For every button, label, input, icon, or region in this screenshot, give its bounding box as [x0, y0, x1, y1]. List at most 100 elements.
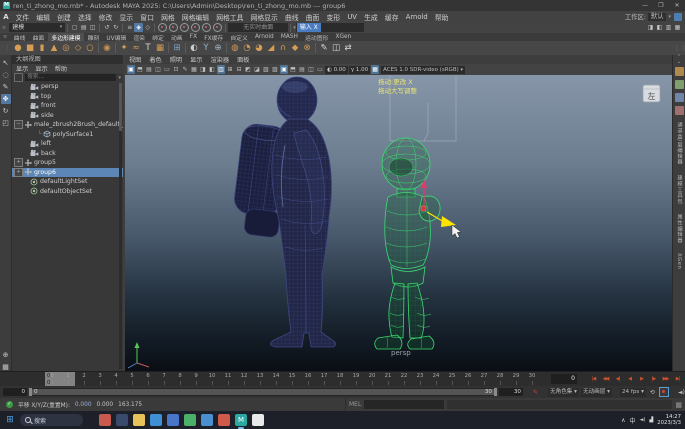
poly-torus-icon[interactable]: ◎	[60, 42, 72, 54]
expander-icon[interactable]: +	[14, 158, 23, 167]
taskbar-app-photos[interactable]	[99, 414, 111, 426]
outliner-scrollbar[interactable]	[119, 83, 122, 369]
taskbar-app-browser[interactable]	[167, 414, 179, 426]
type-tool-icon[interactable]: T	[142, 42, 154, 54]
xray-icon[interactable]: ▭	[316, 65, 324, 74]
collapse-handle-icon[interactable]: ≡	[2, 25, 6, 31]
camera-attributes-icon[interactable]: ▤	[145, 65, 153, 74]
outliner-item-defaultObjectSet[interactable]: defaultObjectSet	[12, 187, 123, 197]
shelf-scroll-icon[interactable]: ⋮⋮	[674, 45, 685, 52]
safe-title-icon[interactable]: ◩	[244, 65, 252, 74]
separate-icon[interactable]: ◔	[241, 42, 253, 54]
grease-pencil-icon[interactable]: ✎	[181, 65, 189, 74]
sidebar-tab-属性编辑器[interactable]: 属性编辑器	[675, 214, 683, 243]
menu-帮助[interactable]: 帮助	[431, 12, 452, 22]
fps-dropdown[interactable]: 24 fps ▾	[620, 388, 646, 397]
svg-tool-icon[interactable]: ▦	[154, 42, 166, 54]
menu-变形[interactable]: 变形	[323, 12, 344, 22]
ao-toggle-icon[interactable]: ▣	[280, 65, 288, 74]
workspace-icon[interactable]	[674, 13, 682, 21]
toggle-channel-box-icon[interactable]: ▥	[664, 23, 673, 32]
menu-文件[interactable]: 文件	[12, 12, 33, 22]
menu-网格[interactable]: 网格	[157, 12, 178, 22]
step-forward-frame-button[interactable]: ▶▶	[660, 374, 671, 385]
script-editor-icon[interactable]: ▦	[675, 401, 682, 409]
menu-曲面[interactable]: 曲面	[302, 12, 323, 22]
ime-indicator[interactable]: 中	[630, 416, 636, 425]
time-slider[interactable]: 0123456789101112131415161718192021222324…	[0, 371, 685, 386]
scale-tool[interactable]: ◰	[1, 118, 11, 128]
combine-icon[interactable]: ◍	[229, 42, 241, 54]
menu-选择[interactable]: 选择	[74, 12, 95, 22]
film-gate-icon[interactable]: ◨	[199, 65, 207, 74]
taskbar-app-maya[interactable]: M	[235, 414, 247, 426]
step-back-key-button[interactable]: ◀|	[612, 374, 623, 385]
viewport-menu-显示[interactable]: 显示	[186, 55, 206, 64]
make-live-icon[interactable]	[213, 23, 222, 32]
poly-disc-icon[interactable]: ○	[84, 42, 96, 54]
range-bar[interactable]: 0 30	[29, 388, 497, 396]
multi-cut-icon[interactable]: ⇄	[342, 42, 354, 54]
joint-icon[interactable]: Y	[200, 42, 212, 54]
2d-pan-zoom-icon[interactable]: ⊡	[172, 65, 180, 74]
sidebar-thumb-0[interactable]	[675, 67, 684, 76]
select-tool[interactable]: ↖	[1, 58, 11, 68]
playhead[interactable]: 0 0	[45, 372, 75, 387]
redo-icon[interactable]: ↻	[111, 23, 120, 32]
menu-曲线[interactable]: 曲线	[281, 12, 302, 22]
menu-Arnold[interactable]: Arnold	[402, 13, 431, 21]
menu-显示[interactable]: 显示	[116, 12, 137, 22]
viewport-menu-视图[interactable]: 视图	[125, 55, 145, 64]
shadows-toggle-icon[interactable]: ▨	[271, 65, 279, 74]
motion-blur-icon[interactable]: ▤	[298, 65, 306, 74]
quad-draw-icon[interactable]: ✎	[318, 42, 330, 54]
poly-sphere-icon[interactable]: ●	[12, 42, 24, 54]
mute-icon[interactable]: ◄)	[677, 388, 685, 397]
menu-窗口[interactable]: 窗口	[137, 12, 158, 22]
viewport-canvas[interactable]: 左 persp 拖动:更改 X拖动大写调整	[125, 75, 672, 371]
extrude-icon[interactable]: ◢	[265, 42, 277, 54]
shelf-tab-MASH[interactable]: MASH	[277, 34, 301, 40]
viewport-menu-面板[interactable]: 面板	[233, 55, 253, 64]
expander-icon[interactable]: −	[14, 120, 23, 129]
lock-camera-icon[interactable]: ⬒	[136, 65, 144, 74]
poly-plane-icon[interactable]: ◇	[72, 42, 84, 54]
menu-set-dropdown[interactable]: 建模▾	[9, 23, 65, 32]
sidebar-tab-通道盒/层编辑器[interactable]: 通道盒/层编辑器	[675, 122, 683, 165]
menu-UV[interactable]: UV	[344, 13, 361, 21]
toggle-tool-settings-icon[interactable]: ◧	[655, 23, 664, 32]
outliner-item-side[interactable]: side	[12, 111, 123, 121]
outliner-item-group6[interactable]: +group6	[12, 168, 123, 178]
select-camera-icon[interactable]: ▣	[127, 65, 135, 74]
colorspace-dropdown[interactable]: ACES 1.0 SDR-video (sRGB) ▾	[381, 66, 465, 74]
taskbar-app-docs[interactable]	[201, 414, 213, 426]
set-key-icon[interactable]: ✎	[531, 388, 540, 397]
new-scene-icon[interactable]: ▢	[70, 23, 79, 32]
shelf-tab-XGen[interactable]: XGen	[332, 34, 355, 40]
gamma-field[interactable]: γ 1.00	[349, 66, 370, 74]
close-button[interactable]: ✕	[669, 0, 685, 11]
search-input[interactable]: 搜索...	[25, 74, 116, 81]
outliner-item-polySurface1[interactable]: └polySurface1	[12, 130, 123, 140]
outliner-item-group5[interactable]: +group5	[12, 158, 123, 168]
maya-logo-icon[interactable]: A	[0, 13, 12, 21]
numeric-input-field[interactable]: 输入 X	[296, 23, 364, 32]
snap-curve-icon[interactable]	[169, 23, 178, 32]
resolution-gate-icon[interactable]: ◧	[208, 65, 216, 74]
shelf-tab-Arnold[interactable]: Arnold	[251, 34, 277, 40]
toggle-attribute-editor-icon[interactable]: ◨	[646, 23, 655, 32]
toggle-modeling-toolkit-icon[interactable]: ▦	[673, 23, 682, 32]
lighting-icon[interactable]: ◐	[188, 42, 200, 54]
mel-input[interactable]	[364, 400, 444, 409]
step-back-frame-button[interactable]: ◀◀	[600, 374, 611, 385]
outliner-menu-显示[interactable]: 显示	[35, 64, 47, 73]
field-chart-icon[interactable]: ⊞	[226, 65, 234, 74]
taskbar-app-notepad[interactable]	[252, 414, 264, 426]
merge-icon[interactable]: ⊗	[301, 42, 313, 54]
go-to-start-button[interactable]: |◀	[588, 374, 599, 385]
snap-projected-center-icon[interactable]	[191, 23, 200, 32]
select-object-icon[interactable]: ◈	[134, 23, 143, 32]
anim-end-field[interactable]: 30	[499, 388, 523, 396]
select-component-icon[interactable]: ◇	[143, 23, 152, 32]
auto-key-toggle[interactable]	[659, 387, 669, 397]
